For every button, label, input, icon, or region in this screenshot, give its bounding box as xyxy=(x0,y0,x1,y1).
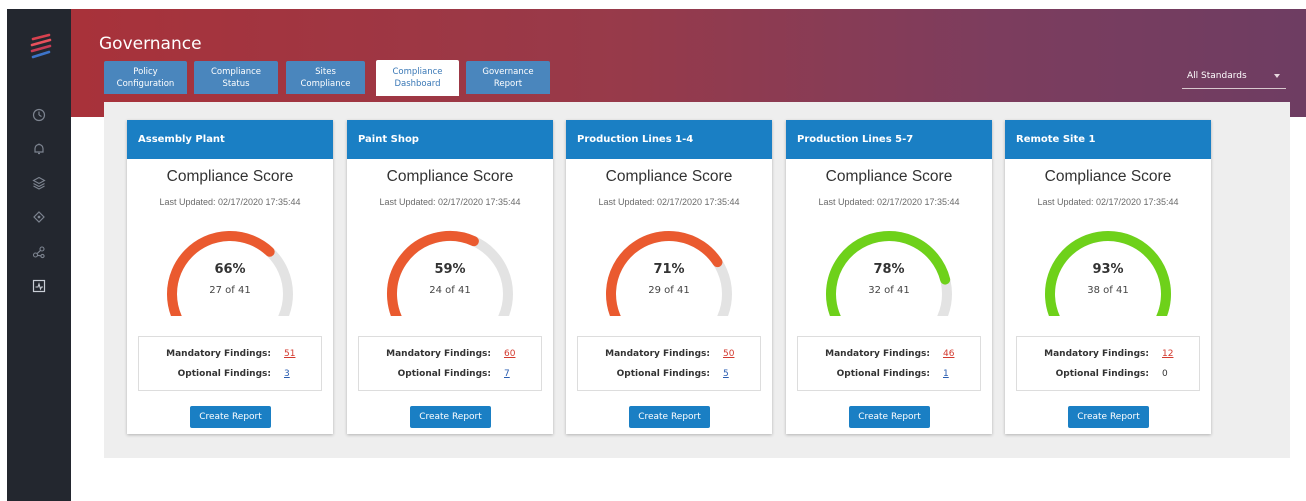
site-name: Remote Site 1 xyxy=(1016,134,1096,145)
findings-box: Mandatory Findings: 60 Optional Findings… xyxy=(358,336,542,391)
optional-label: Optional Findings: xyxy=(177,369,271,379)
card-header: Assembly Plant xyxy=(127,120,333,159)
site-card: Assembly Plant Compliance Score Last Upd… xyxy=(127,120,333,434)
site-card: Production Lines 5-7 Compliance Score La… xyxy=(786,120,992,434)
score-count: 24 of 41 xyxy=(429,285,471,296)
standards-dropdown[interactable]: All Standards xyxy=(1182,65,1286,89)
mandatory-count-link[interactable]: 51 xyxy=(284,349,295,359)
findings-box: Mandatory Findings: 50 Optional Findings… xyxy=(577,336,761,391)
optional-count-link[interactable]: 5 xyxy=(723,369,729,379)
optional-count-link[interactable]: 3 xyxy=(284,369,290,379)
tab-compliance-dashboard[interactable]: Compliance Dashboard xyxy=(376,60,459,96)
findings-box: Mandatory Findings: 51 Optional Findings… xyxy=(138,336,322,391)
dashboard-icon[interactable] xyxy=(32,108,46,122)
card-header: Paint Shop xyxy=(347,120,553,159)
score-count: 38 of 41 xyxy=(1087,285,1129,296)
score-percent: 66% xyxy=(214,262,246,277)
last-updated: Last Updated: 02/17/2020 17:35:44 xyxy=(1037,197,1179,207)
create-report-button[interactable]: Create Report xyxy=(1068,406,1149,428)
bell-icon[interactable] xyxy=(32,142,46,156)
left-sidebar xyxy=(7,9,71,501)
mandatory-count-link[interactable]: 50 xyxy=(723,349,734,359)
card-header: Remote Site 1 xyxy=(1005,120,1211,159)
site-name: Production Lines 5-7 xyxy=(797,134,914,145)
create-report-button[interactable]: Create Report xyxy=(849,406,930,428)
site-name: Production Lines 1-4 xyxy=(577,134,694,145)
network-icon[interactable] xyxy=(32,210,46,224)
score-title: Compliance Score xyxy=(166,168,294,185)
optional-label: Optional Findings: xyxy=(836,369,930,379)
mandatory-label: Mandatory Findings: xyxy=(386,349,491,359)
score-percent: 93% xyxy=(1092,262,1124,277)
standards-dropdown-value: All Standards xyxy=(1187,71,1247,81)
tab-sites-compliance[interactable]: Sites Compliance xyxy=(286,61,365,94)
mandatory-label: Mandatory Findings: xyxy=(825,349,930,359)
score-title: Compliance Score xyxy=(1044,168,1172,185)
mandatory-count-link[interactable]: 12 xyxy=(1162,349,1173,359)
last-updated: Last Updated: 02/17/2020 17:35:44 xyxy=(598,197,740,207)
tab-policy-configuration[interactable]: Policy Configuration xyxy=(104,61,187,94)
score-title: Compliance Score xyxy=(825,168,953,185)
tab-compliance-status[interactable]: Compliance Status xyxy=(194,61,278,94)
findings-box: Mandatory Findings: 12 Optional Findings… xyxy=(1016,336,1200,391)
page-title: Governance xyxy=(99,34,202,54)
chevron-down-icon xyxy=(1274,74,1280,78)
mandatory-label: Mandatory Findings: xyxy=(605,349,710,359)
layers-icon[interactable] xyxy=(32,176,46,190)
score-title: Compliance Score xyxy=(386,168,514,185)
site-name: Paint Shop xyxy=(358,134,419,145)
card-header: Production Lines 1-4 xyxy=(566,120,772,159)
score-title: Compliance Score xyxy=(605,168,733,185)
site-card: Production Lines 1-4 Compliance Score La… xyxy=(566,120,772,434)
optional-count: 0 xyxy=(1162,369,1168,379)
create-report-button[interactable]: Create Report xyxy=(190,406,271,428)
last-updated: Last Updated: 02/17/2020 17:35:44 xyxy=(379,197,521,207)
create-report-button[interactable]: Create Report xyxy=(629,406,710,428)
score-count: 32 of 41 xyxy=(868,285,910,296)
mandatory-count-link[interactable]: 60 xyxy=(504,349,515,359)
brand-logo-icon[interactable] xyxy=(29,33,53,69)
app-header: Governance Policy Configuration Complian… xyxy=(71,9,1306,117)
tab-governance-report[interactable]: Governance Report xyxy=(466,61,550,94)
score-percent: 59% xyxy=(434,262,466,277)
score-count: 29 of 41 xyxy=(648,285,690,296)
score-count: 27 of 41 xyxy=(209,285,251,296)
findings-box: Mandatory Findings: 46 Optional Findings… xyxy=(797,336,981,391)
compliance-icon[interactable] xyxy=(32,279,46,293)
create-report-button[interactable]: Create Report xyxy=(410,406,491,428)
card-header: Production Lines 5-7 xyxy=(786,120,992,159)
site-card: Remote Site 1 Compliance Score Last Upda… xyxy=(1005,120,1211,434)
site-name: Assembly Plant xyxy=(138,134,225,145)
mandatory-count-link[interactable]: 46 xyxy=(943,349,954,359)
mandatory-label: Mandatory Findings: xyxy=(1044,349,1149,359)
optional-label: Optional Findings: xyxy=(397,369,491,379)
site-card: Paint Shop Compliance Score Last Updated… xyxy=(347,120,553,434)
score-percent: 71% xyxy=(653,262,685,277)
optional-label: Optional Findings: xyxy=(1055,369,1149,379)
optional-count-link[interactable]: 1 xyxy=(943,369,949,379)
share-icon[interactable] xyxy=(32,245,46,259)
optional-label: Optional Findings: xyxy=(616,369,710,379)
optional-count-link[interactable]: 7 xyxy=(504,369,510,379)
score-percent: 78% xyxy=(873,262,905,277)
mandatory-label: Mandatory Findings: xyxy=(166,349,271,359)
last-updated: Last Updated: 02/17/2020 17:35:44 xyxy=(818,197,960,207)
last-updated: Last Updated: 02/17/2020 17:35:44 xyxy=(159,197,301,207)
